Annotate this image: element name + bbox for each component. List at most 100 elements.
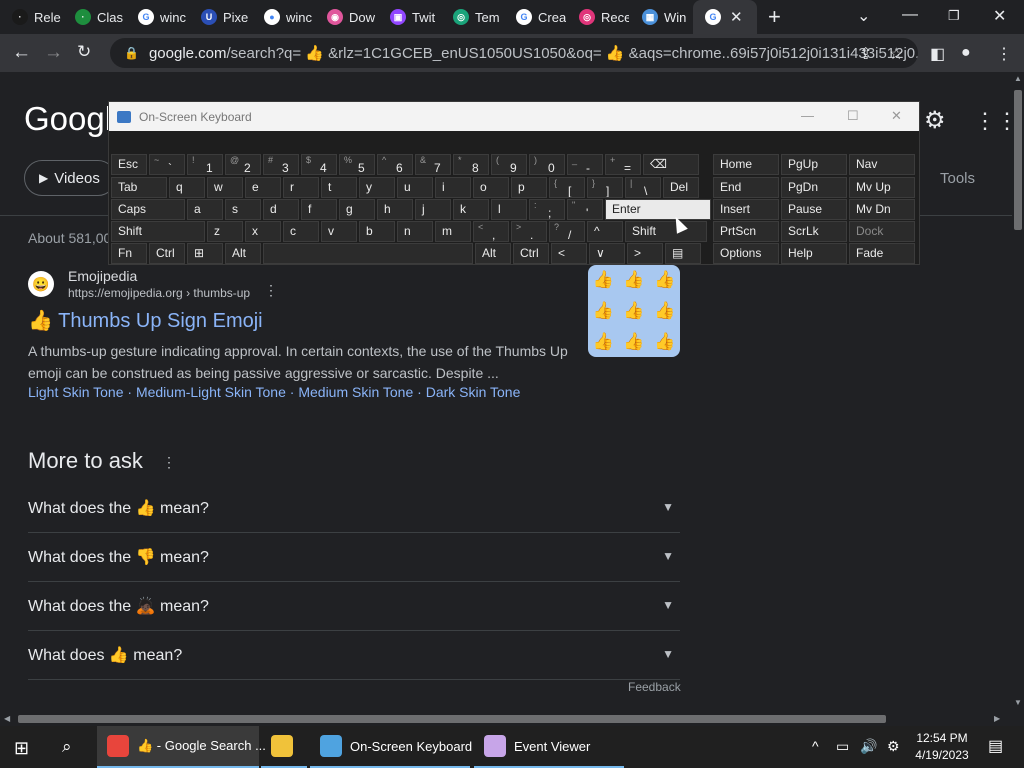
related-question[interactable]: What does 👍 mean? ▼ bbox=[28, 631, 680, 680]
horizontal-scrollbar[interactable]: ◀ ▶ bbox=[0, 712, 1012, 726]
osk-function-key[interactable]: ScrLk bbox=[781, 221, 847, 242]
scrollbar-thumb[interactable] bbox=[1014, 90, 1022, 230]
thumbs-up-emoji-image[interactable]: 👍 👍 👍 👍 👍 👍 👍 👍 👍 bbox=[588, 265, 680, 357]
browser-tab[interactable]: G bbox=[693, 0, 757, 34]
osk-key[interactable]: m bbox=[435, 221, 471, 242]
osk-function-key[interactable]: Home bbox=[713, 154, 779, 175]
result-site-name[interactable]: Emojipedia bbox=[68, 268, 137, 284]
share-icon[interactable]: ⇪ bbox=[859, 44, 872, 64]
bookmark-star-icon[interactable]: ☆ bbox=[889, 44, 903, 64]
osk-key[interactable]: }] bbox=[587, 177, 623, 198]
osk-maximize-icon[interactable]: ☐ bbox=[847, 108, 859, 124]
osk-key[interactable]: v bbox=[321, 221, 357, 242]
osk-minimize-icon[interactable]: — bbox=[801, 108, 814, 123]
volume-icon[interactable]: 🔊 bbox=[860, 738, 877, 755]
osk-key[interactable]: f bbox=[301, 199, 337, 220]
osk-key[interactable]: Del bbox=[663, 177, 699, 198]
tools-button[interactable]: Tools bbox=[940, 170, 975, 187]
osk-key[interactable]: Ctrl bbox=[149, 243, 185, 264]
osk-key[interactable]: u bbox=[397, 177, 433, 198]
osk-key[interactable]: c bbox=[283, 221, 319, 242]
scroll-right-icon[interactable]: ▶ bbox=[994, 714, 1000, 723]
browser-tab[interactable]: ◎ Rece bbox=[567, 0, 630, 34]
osk-key[interactable]: _ - bbox=[567, 154, 603, 175]
osk-key[interactable]: Enter bbox=[605, 199, 711, 220]
settings-gear-icon[interactable]: ⚙ bbox=[924, 106, 946, 135]
reload-icon[interactable]: ↻ bbox=[77, 42, 91, 62]
osk-key[interactable]: o bbox=[473, 177, 509, 198]
osk-key[interactable]: Ctrl bbox=[513, 243, 549, 264]
osk-key[interactable]: y bbox=[359, 177, 395, 198]
sitelink[interactable]: Dark Skin Tone bbox=[426, 384, 521, 400]
restore-icon[interactable]: ❐ bbox=[948, 8, 960, 24]
more-to-ask-menu-icon[interactable]: ⋮ bbox=[162, 454, 176, 471]
side-panel-icon[interactable]: ◧ bbox=[930, 44, 945, 64]
osk-key[interactable]: {[ bbox=[549, 177, 585, 198]
osk-key[interactable]: ^ 6 bbox=[377, 154, 413, 175]
sitelink[interactable]: Light Skin Tone bbox=[28, 384, 123, 400]
osk-function-key[interactable]: PgDn bbox=[781, 177, 847, 198]
osk-key[interactable]: | \ bbox=[625, 177, 661, 198]
osk-key[interactable]: a bbox=[187, 199, 223, 220]
osk-title-bar[interactable]: On-Screen Keyboard — ☐ ✕ bbox=[109, 102, 919, 131]
windows-start-icon[interactable]: ⊞ bbox=[14, 738, 29, 759]
osk-key[interactable]: Alt bbox=[475, 243, 511, 264]
browser-tab[interactable]: U Pixe bbox=[189, 0, 252, 34]
osk-key[interactable]: l bbox=[491, 199, 527, 220]
osk-function-key[interactable]: Mv Dn bbox=[849, 199, 915, 220]
osk-function-key[interactable]: End bbox=[713, 177, 779, 198]
osk-key[interactable]: n bbox=[397, 221, 433, 242]
related-question[interactable]: What does the 👎 mean? ▼ bbox=[28, 533, 680, 582]
osk-key[interactable]: x bbox=[245, 221, 281, 242]
settings-tray-icon[interactable]: ⚙ bbox=[887, 738, 900, 755]
osk-key[interactable]: <, bbox=[473, 221, 509, 242]
osk-key[interactable]: k bbox=[453, 199, 489, 220]
sitelink[interactable]: Medium-Light Skin Tone bbox=[136, 384, 286, 400]
osk-key[interactable]: Esc bbox=[111, 154, 147, 175]
forward-icon[interactable]: → bbox=[44, 42, 63, 64]
osk-key[interactable]: ⌫ bbox=[643, 154, 699, 175]
h-scrollbar-thumb[interactable] bbox=[18, 715, 886, 723]
back-icon[interactable]: ← bbox=[12, 42, 31, 64]
osk-function-key[interactable]: Dock bbox=[849, 221, 915, 242]
osk-key[interactable]: ~ ` bbox=[149, 154, 185, 175]
browser-tab[interactable]: ● winc bbox=[252, 0, 315, 34]
menu-icon[interactable]: ⋮ bbox=[996, 44, 1012, 64]
osk-key[interactable]: b bbox=[359, 221, 395, 242]
result-url[interactable]: https://emojipedia.org › thumbs-up bbox=[68, 286, 250, 300]
osk-key[interactable]: Alt bbox=[225, 243, 261, 264]
osk-key[interactable]: $4 bbox=[301, 154, 337, 175]
osk-function-key[interactable]: Help bbox=[781, 243, 847, 264]
osk-key[interactable]: (9 bbox=[491, 154, 527, 175]
scroll-left-icon[interactable]: ◀ bbox=[4, 714, 10, 723]
scroll-up-icon[interactable]: ▲ bbox=[1014, 74, 1022, 83]
browser-tab[interactable]: G Crea bbox=[504, 0, 567, 34]
osk-key[interactable]: q bbox=[169, 177, 205, 198]
osk-function-key[interactable]: Fade bbox=[849, 243, 915, 264]
osk-key[interactable]: ) 0 bbox=[529, 154, 565, 175]
show-hidden-icons-icon[interactable]: ^ bbox=[812, 738, 819, 754]
osk-key[interactable]: " ' bbox=[567, 199, 603, 220]
osk-key[interactable]: Tab bbox=[111, 177, 167, 198]
omnibox[interactable]: 🔒 google.com/search?q= 👍 &rlz=1C1GCEB_en… bbox=[110, 38, 918, 68]
browser-tab[interactable]: · Clas bbox=[63, 0, 126, 34]
osk-function-key[interactable]: Pause bbox=[781, 199, 847, 220]
osk-function-key[interactable]: Mv Up bbox=[849, 177, 915, 198]
osk-key[interactable]: h bbox=[377, 199, 413, 220]
system-clock[interactable]: 12:54 PM 4/19/2023 bbox=[910, 730, 974, 764]
result-more-icon[interactable]: ⋮ bbox=[264, 282, 278, 299]
osk-key[interactable]: p bbox=[511, 177, 547, 198]
browser-tab[interactable]: ◎ Tem bbox=[441, 0, 504, 34]
osk-key[interactable]: @2 bbox=[225, 154, 261, 175]
osk-key[interactable]: ! 1 bbox=[187, 154, 223, 175]
osk-function-key[interactable]: Insert bbox=[713, 199, 779, 220]
close-window-icon[interactable]: ✕ bbox=[993, 6, 1006, 26]
browser-tab[interactable]: Gwinc bbox=[126, 0, 189, 34]
close-tab-icon[interactable]: ✕ bbox=[730, 8, 743, 26]
osk-key[interactable]: > bbox=[627, 243, 663, 264]
taskbar-app[interactable]: On-Screen Keyboard bbox=[310, 726, 472, 768]
browser-tab[interactable]: ◉ Dow bbox=[315, 0, 378, 34]
search-icon[interactable]: ⌕ bbox=[62, 737, 72, 757]
feedback-link[interactable]: Feedback bbox=[628, 680, 681, 694]
osk-key[interactable]: :; bbox=[529, 199, 565, 220]
